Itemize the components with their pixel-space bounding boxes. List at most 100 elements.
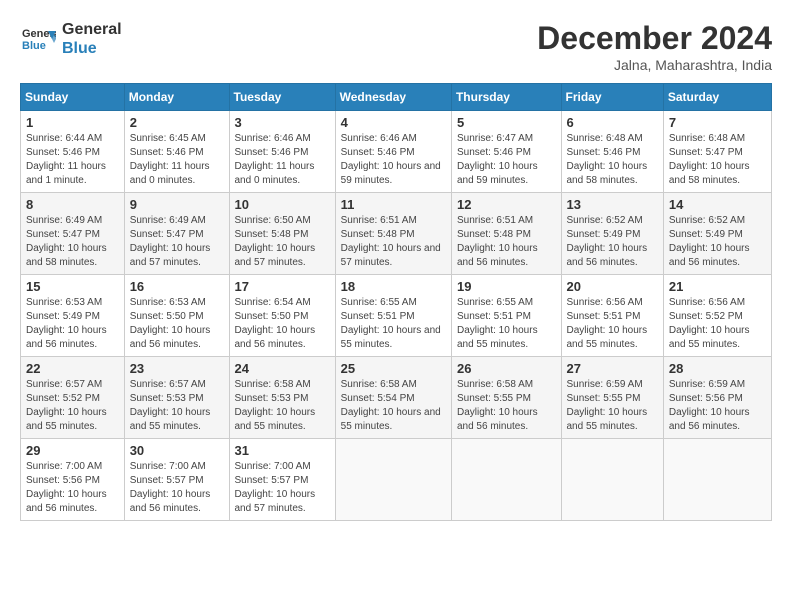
day-number: 20 [567, 279, 658, 294]
day-number: 31 [235, 443, 330, 458]
day-number: 22 [26, 361, 119, 376]
calendar-cell [335, 439, 451, 521]
day-header-saturday: Saturday [663, 84, 771, 111]
day-number: 4 [341, 115, 446, 130]
day-detail: Sunrise: 6:49 AMSunset: 5:47 PMDaylight:… [130, 215, 211, 268]
day-detail: Sunrise: 6:56 AMSunset: 5:51 PMDaylight:… [567, 297, 648, 350]
day-number: 12 [457, 197, 556, 212]
calendar-cell: 5 Sunrise: 6:47 AMSunset: 5:46 PMDaylight… [451, 111, 561, 193]
calendar-cell: 29Sunrise: 7:00 AMSunset: 5:56 PMDayligh… [21, 439, 125, 521]
day-number: 28 [669, 361, 766, 376]
calendar-cell: 31 Sunrise: 7:00 AMSunset: 5:57 PMDayligh… [229, 439, 335, 521]
logo: General Blue General Blue [20, 20, 122, 58]
day-detail: Sunrise: 6:59 AMSunset: 5:55 PMDaylight:… [567, 379, 648, 432]
day-detail: Sunrise: 6:46 AMSunset: 5:46 PMDaylight:… [341, 133, 441, 186]
day-detail: Sunrise: 6:46 AMSunset: 5:46 PMDaylight:… [235, 133, 315, 186]
calendar-cell: 3Sunrise: 6:46 AMSunset: 5:46 PMDaylight… [229, 111, 335, 193]
day-detail: Sunrise: 6:51 AMSunset: 5:48 PMDaylight:… [341, 215, 441, 268]
calendar-cell: 1Sunrise: 6:44 AMSunset: 5:46 PMDaylight… [21, 111, 125, 193]
calendar-cell: 16 Sunrise: 6:53 AMSunset: 5:50 PMDayligh… [124, 275, 229, 357]
day-number: 8 [26, 197, 119, 212]
calendar-cell: 30 Sunrise: 7:00 AMSunset: 5:57 PMDayligh… [124, 439, 229, 521]
calendar-cell [451, 439, 561, 521]
day-number: 27 [567, 361, 658, 376]
calendar-header-row: SundayMondayTuesdayWednesdayThursdayFrid… [21, 84, 772, 111]
day-detail: Sunrise: 6:55 AMSunset: 5:51 PMDaylight:… [457, 297, 538, 350]
calendar-body: 1Sunrise: 6:44 AMSunset: 5:46 PMDaylight… [21, 111, 772, 521]
day-number: 6 [567, 115, 658, 130]
calendar-cell: 8 Sunrise: 6:49 AMSunset: 5:47 PMDaylight… [21, 193, 125, 275]
day-detail: Sunrise: 7:00 AMSunset: 5:57 PMDaylight:… [130, 461, 211, 514]
svg-text:Blue: Blue [22, 40, 46, 52]
day-detail: Sunrise: 6:47 AMSunset: 5:46 PMDaylight:… [457, 133, 538, 186]
calendar-cell: 10 Sunrise: 6:50 AMSunset: 5:48 PMDayligh… [229, 193, 335, 275]
week-row-1: 1Sunrise: 6:44 AMSunset: 5:46 PMDaylight… [21, 111, 772, 193]
day-detail: Sunrise: 6:56 AMSunset: 5:52 PMDaylight:… [669, 297, 750, 350]
day-detail: Sunrise: 6:53 AMSunset: 5:50 PMDaylight:… [130, 297, 211, 350]
calendar-cell: 26Sunrise: 6:58 AMSunset: 5:55 PMDayligh… [451, 357, 561, 439]
calendar-cell: 2Sunrise: 6:45 AMSunset: 5:46 PMDaylight… [124, 111, 229, 193]
day-detail: Sunrise: 6:52 AMSunset: 5:49 PMDaylight:… [669, 215, 750, 268]
day-number: 13 [567, 197, 658, 212]
day-detail: Sunrise: 7:00 AMSunset: 5:56 PMDaylight:… [26, 461, 107, 514]
day-number: 30 [130, 443, 224, 458]
day-detail: Sunrise: 6:52 AMSunset: 5:49 PMDaylight:… [567, 215, 648, 268]
week-row-2: 8 Sunrise: 6:49 AMSunset: 5:47 PMDaylight… [21, 193, 772, 275]
day-detail: Sunrise: 6:59 AMSunset: 5:56 PMDaylight:… [669, 379, 750, 432]
day-detail: Sunrise: 6:48 AMSunset: 5:46 PMDaylight:… [567, 133, 648, 186]
day-number: 15 [26, 279, 119, 294]
day-number: 17 [235, 279, 330, 294]
day-number: 24 [235, 361, 330, 376]
day-detail: Sunrise: 7:00 AMSunset: 5:57 PMDaylight:… [235, 461, 316, 514]
day-number: 10 [235, 197, 330, 212]
month-title: December 2024 [537, 20, 772, 57]
calendar-cell: 23Sunrise: 6:57 AMSunset: 5:53 PMDayligh… [124, 357, 229, 439]
day-number: 16 [130, 279, 224, 294]
location: Jalna, Maharashtra, India [537, 57, 772, 73]
day-header-wednesday: Wednesday [335, 84, 451, 111]
day-detail: Sunrise: 6:45 AMSunset: 5:46 PMDaylight:… [130, 133, 210, 186]
calendar-cell: 24 Sunrise: 6:58 AMSunset: 5:53 PMDayligh… [229, 357, 335, 439]
day-detail: Sunrise: 6:49 AMSunset: 5:47 PMDaylight:… [26, 215, 107, 268]
day-number: 11 [341, 197, 446, 212]
calendar-cell: 17Sunrise: 6:54 AMSunset: 5:50 PMDayligh… [229, 275, 335, 357]
day-detail: Sunrise: 6:55 AMSunset: 5:51 PMDaylight:… [341, 297, 441, 350]
day-detail: Sunrise: 6:50 AMSunset: 5:48 PMDaylight:… [235, 215, 316, 268]
day-detail: Sunrise: 6:58 AMSunset: 5:53 PMDaylight:… [235, 379, 316, 432]
week-row-3: 15Sunrise: 6:53 AMSunset: 5:49 PMDayligh… [21, 275, 772, 357]
day-header-sunday: Sunday [21, 84, 125, 111]
calendar-cell: 21 Sunrise: 6:56 AMSunset: 5:52 PMDayligh… [663, 275, 771, 357]
day-detail: Sunrise: 6:57 AMSunset: 5:52 PMDaylight:… [26, 379, 107, 432]
day-number: 25 [341, 361, 446, 376]
day-number: 5 [457, 115, 556, 130]
calendar-cell: 18Sunrise: 6:55 AMSunset: 5:51 PMDayligh… [335, 275, 451, 357]
calendar-cell: 25 Sunrise: 6:58 AMSunset: 5:54 PMDayligh… [335, 357, 451, 439]
day-number: 7 [669, 115, 766, 130]
day-detail: Sunrise: 6:58 AMSunset: 5:54 PMDaylight:… [341, 379, 441, 432]
day-header-monday: Monday [124, 84, 229, 111]
day-detail: Sunrise: 6:48 AMSunset: 5:47 PMDaylight:… [669, 133, 750, 186]
calendar-table: SundayMondayTuesdayWednesdayThursdayFrid… [20, 83, 772, 521]
calendar-cell [663, 439, 771, 521]
calendar-cell: 11 Sunrise: 6:51 AMSunset: 5:48 PMDayligh… [335, 193, 451, 275]
calendar-cell: 28 Sunrise: 6:59 AMSunset: 5:56 PMDayligh… [663, 357, 771, 439]
day-header-tuesday: Tuesday [229, 84, 335, 111]
logo-text-blue: Blue [62, 39, 122, 58]
calendar-cell: 27 Sunrise: 6:59 AMSunset: 5:55 PMDayligh… [561, 357, 663, 439]
week-row-5: 29Sunrise: 7:00 AMSunset: 5:56 PMDayligh… [21, 439, 772, 521]
day-number: 21 [669, 279, 766, 294]
calendar-cell: 19 Sunrise: 6:55 AMSunset: 5:51 PMDayligh… [451, 275, 561, 357]
page-header: General Blue General Blue December 2024 … [20, 20, 772, 73]
calendar-cell: 15Sunrise: 6:53 AMSunset: 5:49 PMDayligh… [21, 275, 125, 357]
day-detail: Sunrise: 6:57 AMSunset: 5:53 PMDaylight:… [130, 379, 211, 432]
day-detail: Sunrise: 6:58 AMSunset: 5:55 PMDaylight:… [457, 379, 538, 432]
title-block: December 2024 Jalna, Maharashtra, India [537, 20, 772, 73]
calendar-cell: 7 Sunrise: 6:48 AMSunset: 5:47 PMDaylight… [663, 111, 771, 193]
calendar-cell: 4 Sunrise: 6:46 AMSunset: 5:46 PMDaylight… [335, 111, 451, 193]
day-number: 19 [457, 279, 556, 294]
day-number: 9 [130, 197, 224, 212]
day-detail: Sunrise: 6:51 AMSunset: 5:48 PMDaylight:… [457, 215, 538, 268]
logo-icon: General Blue [20, 21, 56, 57]
calendar-cell: 20 Sunrise: 6:56 AMSunset: 5:51 PMDayligh… [561, 275, 663, 357]
day-number: 1 [26, 115, 119, 130]
